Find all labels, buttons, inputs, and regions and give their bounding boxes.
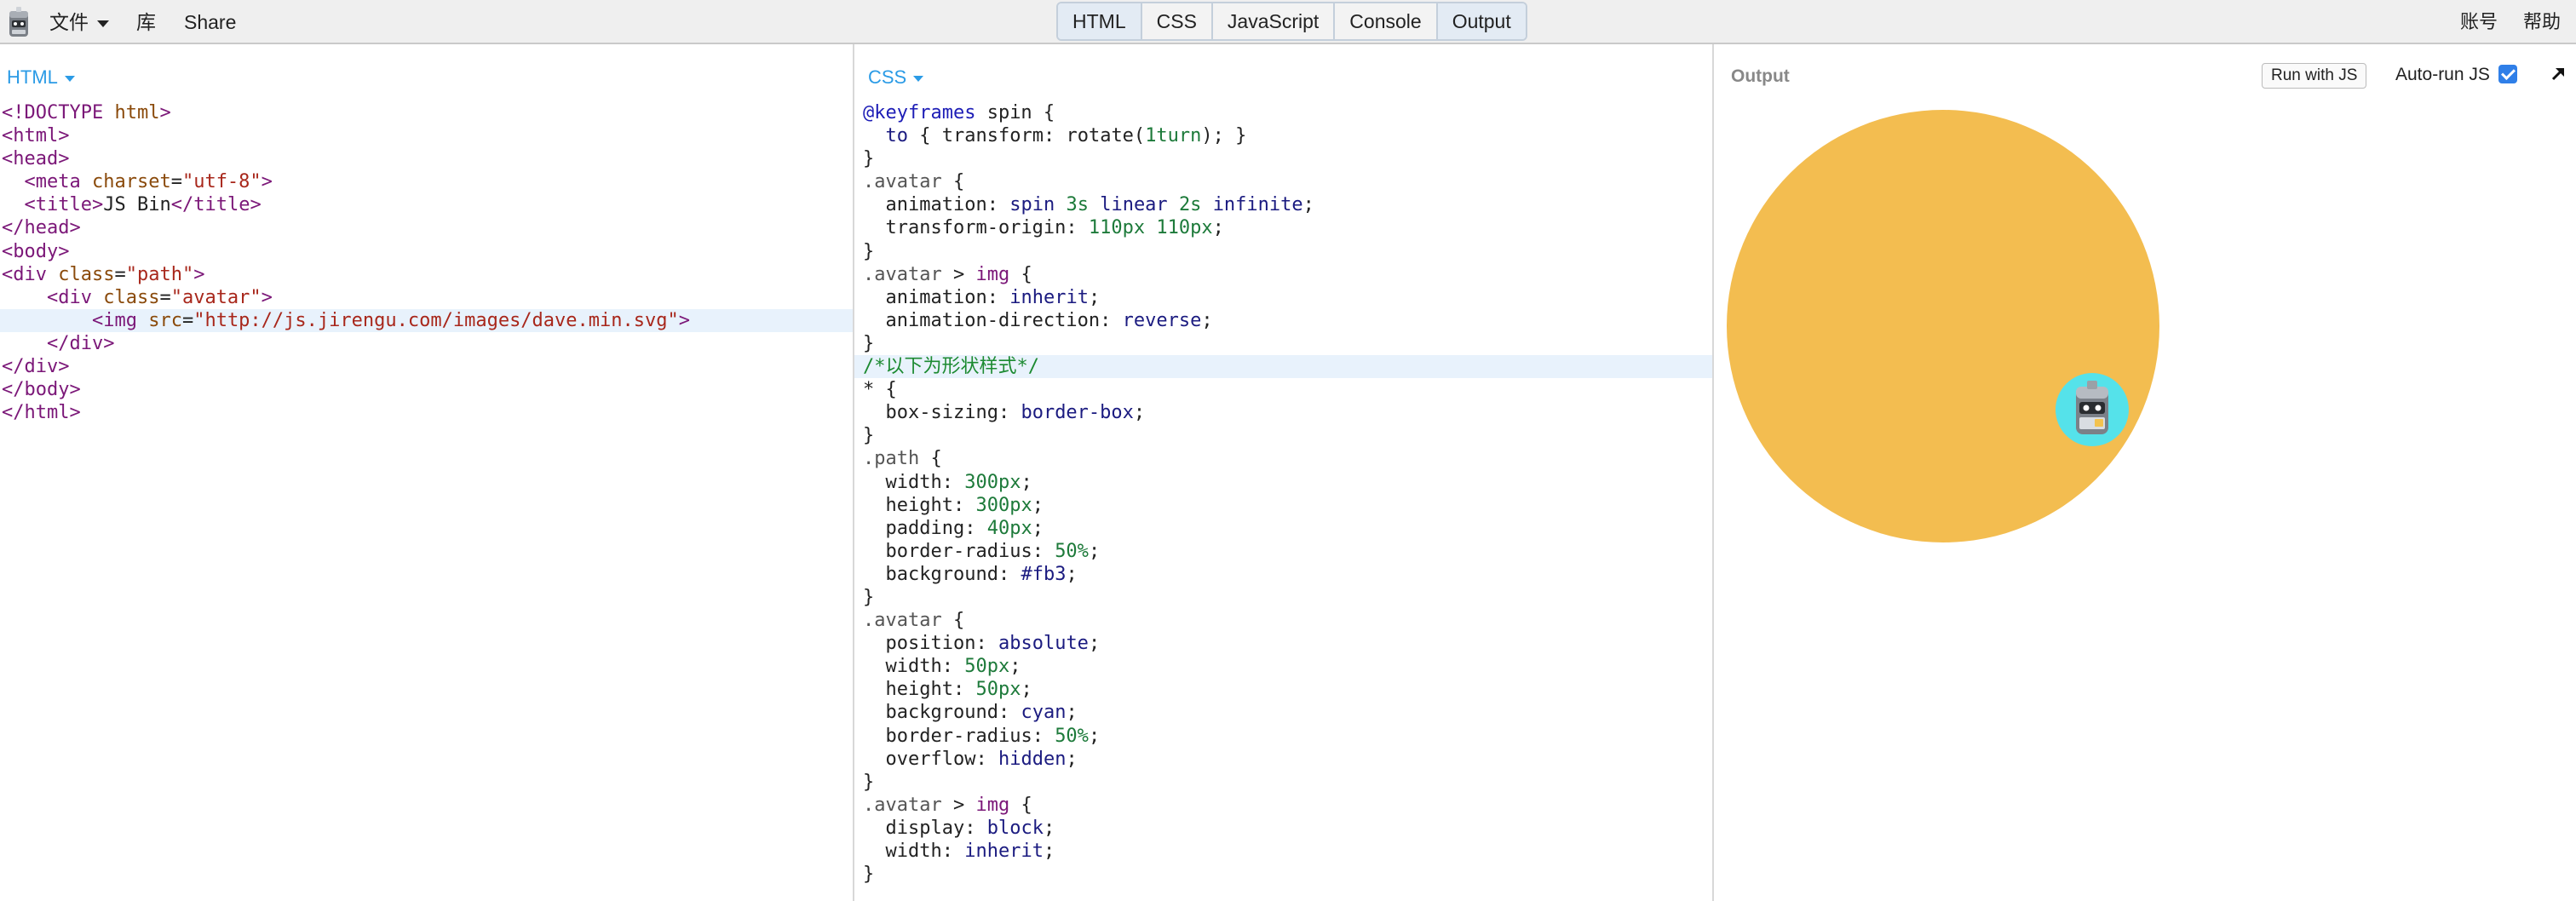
code-line[interactable]: display: block;	[854, 817, 1712, 840]
code-line[interactable]: .avatar > img {	[854, 794, 1712, 817]
code-line[interactable]: animation: inherit;	[854, 286, 1712, 309]
html-panel-label[interactable]: HTML	[7, 66, 75, 89]
code-line[interactable]: animation: spin 3s linear 2s infinite;	[854, 193, 1712, 216]
code-line[interactable]: }	[854, 771, 1712, 794]
path-circle	[1727, 110, 2159, 542]
code-line[interactable]: transform-origin: 110px 110px;	[854, 216, 1712, 239]
auto-run-toggle[interactable]: Auto-run JS	[2395, 65, 2517, 85]
code-line[interactable]: /*以下为形状样式*/	[854, 355, 1712, 379]
run-with-js-button[interactable]: Run with JS	[2262, 63, 2367, 89]
code-line[interactable]: background: cyan;	[854, 701, 1712, 724]
account-menu[interactable]: 账号	[2460, 0, 2498, 44]
css-code-editor[interactable]: @keyframes spin { to { transform: rotate…	[854, 101, 1712, 886]
code-line[interactable]: position: absolute;	[854, 632, 1712, 655]
code-line[interactable]: * {	[854, 378, 1712, 401]
code-line[interactable]: <div class="avatar">	[0, 286, 853, 309]
library-menu[interactable]: 库	[136, 0, 156, 44]
code-line[interactable]: .avatar {	[854, 170, 1712, 193]
code-line[interactable]: <body>	[0, 240, 853, 263]
chevron-down-icon	[97, 20, 109, 27]
code-line[interactable]: width: 300px;	[854, 471, 1712, 494]
code-line[interactable]: <head>	[0, 147, 853, 170]
panel-tabs: HTML CSS JavaScript Console Output	[1056, 2, 1527, 41]
code-line[interactable]: }	[854, 147, 1712, 170]
html-panel-label-text: HTML	[7, 66, 58, 88]
code-line[interactable]: </div>	[0, 355, 853, 378]
html-panel: HTML <!DOCTYPE html> <html> <head> <meta c…	[0, 44, 854, 901]
code-line[interactable]: <div class="path">	[0, 263, 853, 286]
tab-html[interactable]: HTML	[1058, 3, 1142, 39]
code-line[interactable]: overflow: hidden;	[854, 748, 1712, 771]
tab-javascript[interactable]: JavaScript	[1212, 3, 1336, 39]
code-line[interactable]: .avatar {	[854, 609, 1712, 632]
expand-arrow-icon[interactable]	[2549, 65, 2567, 83]
code-line[interactable]: }	[854, 586, 1712, 609]
css-panel: CSS @keyframes spin { to { transform: ro…	[854, 44, 1714, 901]
code-line[interactable]: background: #fb3;	[854, 563, 1712, 586]
auto-run-checkbox[interactable]	[2498, 65, 2517, 83]
code-line[interactable]: .avatar > img {	[854, 263, 1712, 286]
auto-run-label: Auto-run JS	[2395, 65, 2490, 84]
css-panel-label[interactable]: CSS	[868, 66, 924, 89]
code-line[interactable]: </div>	[0, 332, 853, 355]
output-panel-label: Output	[1731, 66, 1790, 86]
help-menu[interactable]: 帮助	[2523, 0, 2561, 44]
file-menu[interactable]: 文件	[49, 0, 109, 44]
code-line[interactable]: </body>	[0, 378, 853, 401]
code-line[interactable]: @keyframes spin {	[854, 101, 1712, 124]
tab-css[interactable]: CSS	[1141, 3, 1213, 39]
code-line[interactable]: animation-direction: reverse;	[854, 309, 1712, 332]
code-line[interactable]: </head>	[0, 216, 853, 239]
code-line[interactable]: width: inherit;	[854, 840, 1712, 863]
output-panel: Output Run with JS Auto-run JS	[1714, 44, 2576, 901]
file-menu-label: 文件	[49, 11, 89, 33]
share-menu[interactable]: Share	[184, 0, 236, 44]
chevron-down-icon	[64, 75, 75, 82]
code-line[interactable]: padding: 40px;	[854, 517, 1712, 540]
avatar	[2056, 373, 2129, 446]
code-line[interactable]: box-sizing: border-box;	[854, 401, 1712, 424]
code-line[interactable]: }	[854, 332, 1712, 355]
code-line[interactable]: border-radius: 50%;	[854, 540, 1712, 563]
code-line[interactable]: height: 50px;	[854, 678, 1712, 701]
html-code-editor[interactable]: <!DOCTYPE html> <html> <head> <meta charse…	[0, 101, 853, 424]
tab-console[interactable]: Console	[1335, 3, 1438, 39]
jsbin-logo-icon[interactable]	[7, 4, 31, 40]
code-line[interactable]: }	[854, 240, 1712, 263]
code-line[interactable]: .path {	[854, 447, 1712, 470]
code-line[interactable]: <html>	[0, 124, 853, 147]
code-line[interactable]: }	[854, 424, 1712, 447]
code-line[interactable]: <img src="http://js.jirengu.com/images/d…	[0, 308, 853, 332]
dave-robot-icon	[2076, 381, 2108, 434]
code-line[interactable]: width: 50px;	[854, 655, 1712, 678]
tab-output[interactable]: Output	[1437, 3, 1526, 39]
code-line[interactable]: height: 300px;	[854, 494, 1712, 517]
code-line[interactable]: <title>JS Bin</title>	[0, 193, 853, 216]
code-line[interactable]: <meta charset="utf-8">	[0, 170, 853, 193]
code-line[interactable]: }	[854, 863, 1712, 886]
code-line[interactable]: <!DOCTYPE html>	[0, 101, 853, 124]
chevron-down-icon	[913, 75, 924, 82]
top-toolbar: 文件 库 Share HTML CSS JavaScript Console O…	[0, 0, 2576, 44]
code-line[interactable]: </html>	[0, 401, 853, 424]
code-line[interactable]: border-radius: 50%;	[854, 725, 1712, 748]
code-line[interactable]: to { transform: rotate(1turn); }	[854, 124, 1712, 147]
css-panel-label-text: CSS	[868, 66, 907, 88]
